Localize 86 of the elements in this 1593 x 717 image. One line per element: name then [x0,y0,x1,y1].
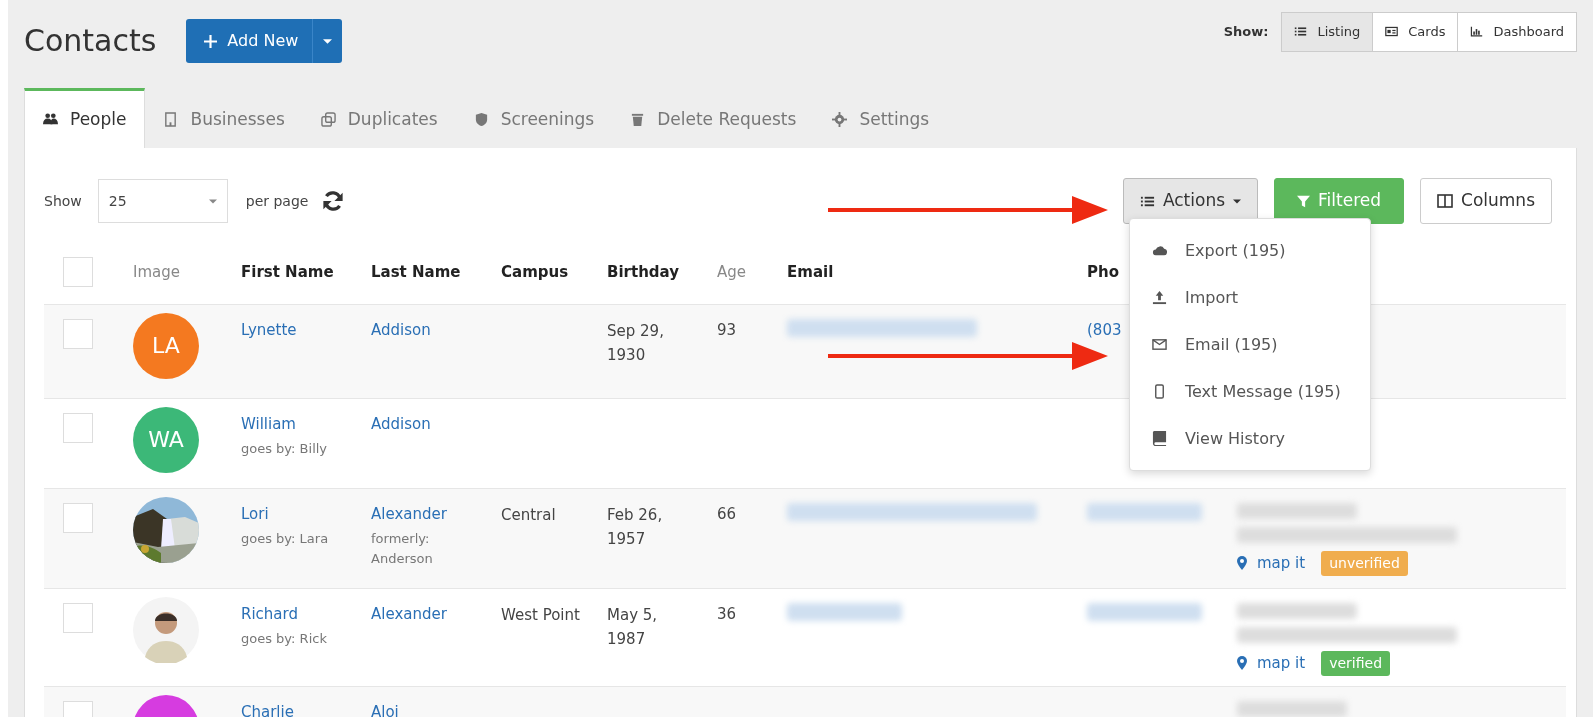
menu-item[interactable]: Text Message (195) [1130,368,1370,415]
caret-icon [208,198,217,204]
nickname: goes by: Rick [241,630,328,648]
columns-button[interactable]: Columns [1420,178,1552,224]
filter-icon [1297,194,1311,208]
first-name-link[interactable]: Lynette [241,320,297,339]
building-icon [163,112,179,127]
first-name-link[interactable]: Charlie [241,702,294,717]
mobile-phone-icon [1152,384,1167,399]
initials-avatar: WA [133,406,199,473]
tab[interactable]: Screenings [455,88,613,148]
status-badge: verified [1321,650,1391,676]
age-text: 93 [717,320,737,339]
campus-text: West Point [501,604,580,626]
tab[interactable]: Businesses [145,88,303,148]
column-header[interactable]: First Name [241,262,334,281]
menu-item[interactable]: Export (195) [1130,227,1370,274]
birthday-text: Feb 26, 1957 [607,504,664,551]
initials-avatar: LA [133,312,199,379]
card-icon [1385,25,1399,39]
last-name-link[interactable]: Aloi [371,702,399,717]
nickname: goes by: Lara [241,530,330,548]
caret-icon [1233,198,1242,204]
shield-icon [473,112,489,127]
people-icon [43,112,58,127]
phone-link[interactable]: (803 [1087,320,1122,339]
book-icon [1152,431,1167,446]
row-checkbox[interactable] [63,412,93,443]
menu-item[interactable]: Import [1130,274,1370,321]
view-option[interactable]: Cards [1372,12,1459,52]
person-avatar [133,596,199,663]
first-name-link[interactable]: Richard [241,604,298,623]
trash-icon [630,112,646,127]
per-page-label: per page [245,191,309,211]
last-name-link[interactable]: Addison [371,414,431,433]
page-title: Contacts [24,23,157,59]
add-new-button[interactable]: Add New [186,19,343,63]
refresh-icon[interactable] [322,190,345,212]
tab[interactable]: Delete Requests [612,88,815,148]
row-checkbox[interactable] [63,318,93,349]
upload-icon [1152,290,1167,305]
former-name: formerly: Anderson [371,530,434,568]
view-option[interactable]: Dashboard [1457,12,1577,52]
row-checkbox[interactable] [63,502,93,533]
column-header[interactable]: Image [133,262,180,281]
tab[interactable]: Settings [814,88,948,148]
last-name-link[interactable]: Addison [371,320,431,339]
column-header[interactable]: Campus [501,262,569,281]
last-name-link[interactable]: Alexander [371,604,447,623]
birthday-text: May 5, 1987 [607,604,659,651]
status-badge: unverified [1321,550,1408,576]
settings-icon [832,112,848,127]
first-name-link[interactable]: Lori [241,504,269,523]
column-header[interactable]: Email [787,262,834,281]
campus-text: Central [501,504,556,526]
birthday-text: Sep 29, 1930 [607,320,665,367]
column-header[interactable]: Birthday [607,262,679,281]
view-option[interactable]: Listing [1281,12,1374,52]
menu-item[interactable]: View History [1130,415,1370,462]
select-all-checkbox[interactable] [63,256,93,287]
menu-item[interactable]: Email (195) [1130,321,1370,368]
tab[interactable]: People [24,88,146,148]
column-header[interactable]: Age [717,262,746,281]
row-checkbox[interactable] [63,602,93,633]
first-name-link[interactable]: William [241,414,296,433]
envelope-icon [1152,337,1167,352]
show-label: Show [44,191,82,211]
bar-chart-icon [1470,25,1484,39]
map-pin-icon [1237,656,1247,671]
cloud-download-icon [1152,243,1167,258]
age-text: 66 [717,504,737,523]
column-header[interactable]: Last Name [371,262,461,281]
map-link[interactable]: map it [1237,651,1306,675]
copy-icon [320,112,336,127]
columns-icon [1437,194,1454,208]
map-link[interactable]: map it [1237,551,1306,575]
per-page-select[interactable]: 25 [97,179,228,223]
last-name-link[interactable]: Alexander [371,504,447,523]
age-text: 36 [717,604,737,623]
list-icon [1294,25,1308,39]
plus-icon [204,35,218,48]
caret-icon [323,38,333,44]
column-header[interactable]: Pho [1087,262,1119,281]
view-label: Show: [1223,23,1269,41]
tab[interactable]: Duplicates [302,88,456,148]
nickname: goes by: Billy [241,440,329,458]
